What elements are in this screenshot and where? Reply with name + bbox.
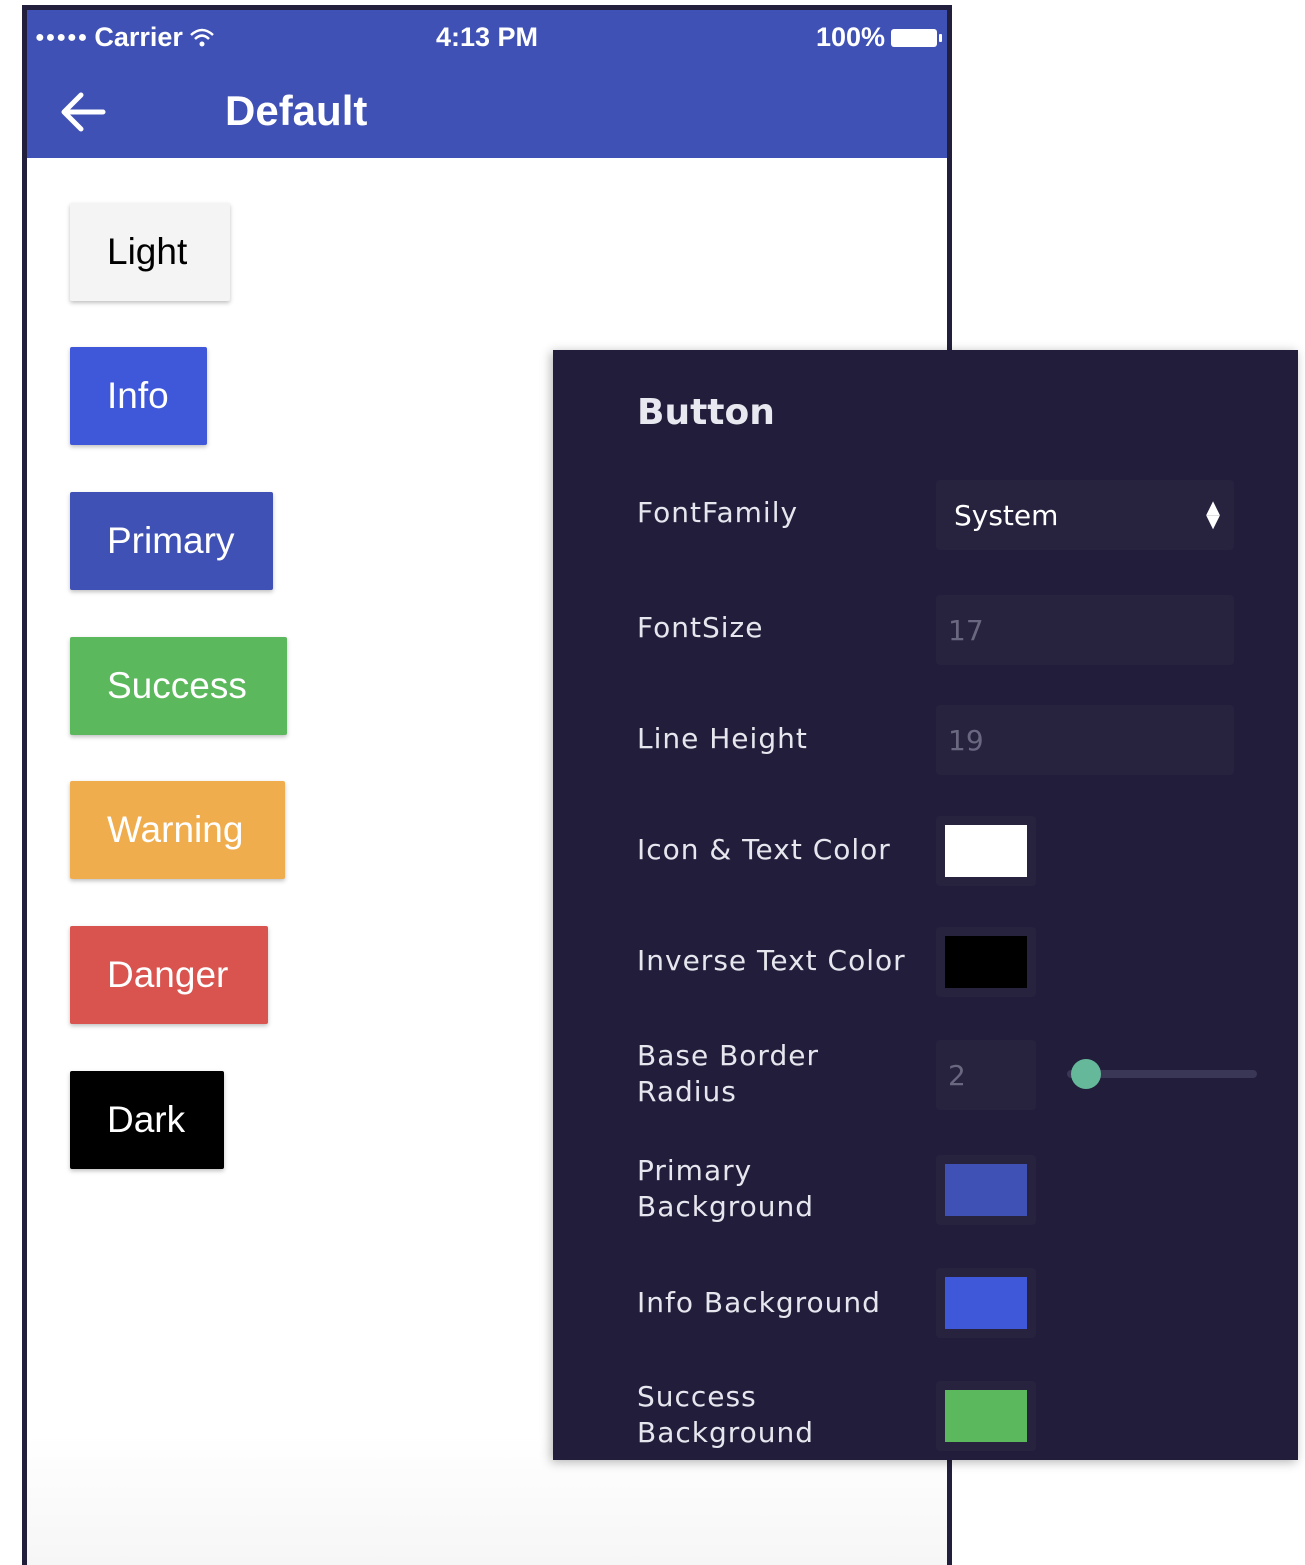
primary-background-swatch xyxy=(945,1164,1027,1216)
font-size-label: FontSize xyxy=(637,611,764,644)
danger-button[interactable]: Danger xyxy=(70,926,268,1024)
status-bar: ●●●●● Carrier 4:13 PM 100% xyxy=(27,10,947,65)
primary-background-label-line2: Background xyxy=(637,1190,815,1223)
inverse-text-color-picker[interactable] xyxy=(936,927,1036,997)
battery-icon xyxy=(891,28,942,47)
info-button[interactable]: Info xyxy=(70,347,207,445)
inverse-text-color-label: Inverse Text Color xyxy=(637,944,906,977)
base-border-radius-label-line2: Radius xyxy=(637,1075,737,1108)
page-title: Default xyxy=(225,87,368,134)
icon-text-color-swatch xyxy=(945,825,1027,877)
select-arrows-icon: ▲ ▼ xyxy=(1206,497,1220,532)
info-background-label: Info Background xyxy=(637,1286,881,1319)
light-button[interactable]: Light xyxy=(70,203,230,301)
success-background-label: Success Background xyxy=(637,1379,814,1451)
line-height-label: Line Height xyxy=(637,722,808,755)
info-background-picker[interactable] xyxy=(936,1268,1036,1338)
success-background-label-line2: Background xyxy=(637,1416,815,1449)
font-family-label: FontFamily xyxy=(637,496,799,529)
status-right: 100% xyxy=(815,22,942,53)
primary-background-picker[interactable] xyxy=(936,1155,1036,1225)
arrow-left-icon[interactable] xyxy=(57,87,109,137)
inverse-text-color-swatch xyxy=(945,936,1027,988)
panel-title: Button xyxy=(637,392,775,433)
dark-button[interactable]: Dark xyxy=(70,1071,224,1169)
base-border-radius-label: Base Border Radius xyxy=(637,1038,819,1110)
primary-background-label: Primary Background xyxy=(637,1153,814,1225)
success-background-swatch xyxy=(945,1390,1027,1442)
font-size-input[interactable]: 17 xyxy=(936,595,1234,665)
base-border-radius-input[interactable]: 2 xyxy=(936,1040,1036,1110)
success-background-picker[interactable] xyxy=(936,1381,1036,1451)
info-background-swatch xyxy=(945,1277,1027,1329)
icon-text-color-label: Icon & Text Color xyxy=(637,833,891,866)
success-button[interactable]: Success xyxy=(70,637,287,735)
battery-percent: 100% xyxy=(815,22,885,52)
primary-background-label-line1: Primary xyxy=(637,1154,753,1187)
status-time: 4:13 PM xyxy=(435,22,539,52)
success-background-label-line1: Success xyxy=(637,1380,757,1413)
primary-button[interactable]: Primary xyxy=(70,492,273,590)
line-height-input[interactable]: 19 xyxy=(936,705,1234,775)
font-family-select[interactable]: System ▲ ▼ xyxy=(936,480,1234,550)
warning-button[interactable]: Warning xyxy=(70,781,285,879)
icon-text-color-picker[interactable] xyxy=(936,816,1036,886)
font-family-value: System xyxy=(954,498,1059,532)
button-theme-panel: Button FontFamily System ▲ ▼ FontSize 17 … xyxy=(553,350,1298,1460)
base-border-radius-label-line1: Base Border xyxy=(637,1039,819,1072)
base-border-radius-slider-thumb[interactable] xyxy=(1071,1059,1101,1089)
app-bar: Default xyxy=(27,65,947,158)
